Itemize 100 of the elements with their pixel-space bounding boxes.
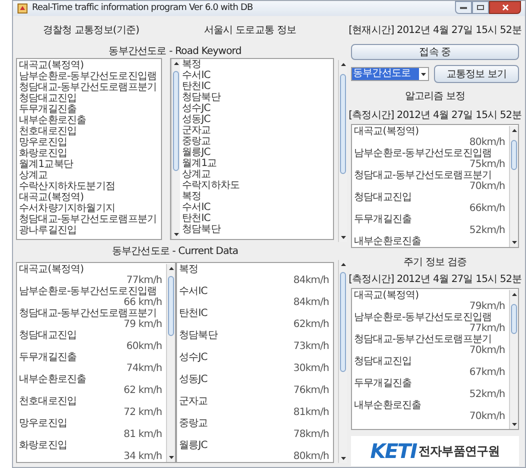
scroll-thumb[interactable] [173,71,179,171]
list-item[interactable]: 남부순환로-동부간선도로진입램 [19,71,157,82]
road-section-name: 내부순환로진출 [354,400,422,411]
road-section-name: 탄천IC [179,308,208,319]
road-section-name: 청담대교-동부간선도로램프분기 [354,334,492,345]
list-item[interactable]: 화랑로진입 [19,148,68,159]
list-item[interactable]: 월계1교북단 [19,159,73,170]
list-item[interactable]: 광나루길진입 [19,225,77,236]
list-item[interactable]: 성수JC [182,103,210,114]
list-item[interactable]: 탄천IC [182,81,210,92]
speed-value: 84km/h [293,297,329,308]
list-item[interactable]: 중랑교 [182,136,211,147]
logo-name: 전자부품연구원 [418,445,500,457]
current-time: [현재시간] 2012년 4월 27일 15시 52분 [348,24,522,38]
list-item[interactable]: 수서차량기지하월기지 [19,203,116,214]
measure-time: [측정시간] 2012년 4월 27일 15시 52분 [348,108,522,122]
list-item[interactable]: 군자교 [182,125,211,136]
list-item[interactable]: 수락산지하차도분기점 [19,181,116,192]
section-list[interactable]: 대곡교(복정역) 남부순환로-동부간선도로진입램 청담대교-동부간선도로램프분기 청담대교진입 두무개길진출 내부순환로진출 천호대로진입 망우로진입 화랑로진입 월계1교북단 상계교 수락산지하차도분기점 대곡교(복정역) 수서차량기지하월기지 청담대교-동부간선도로램프분기 광나루길진입 [16,58,162,240]
list-item[interactable]: 청담북단 [182,92,220,103]
maximize-button[interactable] [472,1,489,14]
scroll-thumb[interactable] [340,74,346,174]
speed-value: 80km/h [469,137,505,148]
list-item[interactable]: 탄천IC [182,213,210,224]
speed-value: 81km/h [293,407,329,418]
list-item[interactable]: 수락지하차도 [182,180,240,191]
list-item[interactable]: 망우로진입 [19,137,68,148]
list-item[interactable]: 대곡교(복정역) [19,192,84,203]
section-title: 동부간선도로 - Current Data [112,244,238,258]
road-section-name: 청담대교-동부간선도로램프분기 [354,170,492,181]
road-section-name: 중랑교 [179,418,208,429]
speed-value: 60km/h [126,341,162,352]
window-title: Real-Time traffic information program Ver 6.0 with DB [32,2,254,15]
list-item[interactable]: 청담북단 [182,224,220,235]
list-item[interactable]: 상계교 [182,169,211,180]
scroll-thumb[interactable] [511,140,517,170]
seoul-info-title: 서울시 도로교통 정보 [204,24,296,38]
road-section-name: 성동JC [179,374,208,385]
list-item[interactable]: 대곡교(복정역) [19,60,84,71]
road-section-name: 청담대교-동부간선도로램프분기 [19,308,157,319]
road-section-name: 수서IC [179,286,208,297]
road-section-name: 천호대로진입 [19,396,77,407]
panel-title: 알고리즘 보정 [404,90,466,104]
road-section-name: 군자교 [179,396,208,407]
road-section-name: 청담대교진입 [354,192,412,203]
app-icon [17,3,28,14]
speed-value: 80km/h [293,451,329,462]
scrollbar[interactable] [509,290,518,429]
speed-value: 34 km/h [124,451,162,462]
list-item[interactable]: 성동JC [182,114,210,125]
speed-value: 84km/h [293,275,329,286]
list-item[interactable]: 청담대교-동부간선도로램프분기 [19,214,157,225]
connect-button[interactable]: 접속 중 [351,44,519,60]
close-icon[interactable] [502,4,508,11]
close-button[interactable] [489,1,521,14]
scrollbar[interactable] [509,126,518,247]
scroll-thumb[interactable] [168,276,174,336]
road-section-name: 성수JC [179,352,208,363]
road-section-name: 월릉JC [179,440,208,451]
list-item[interactable]: 수서IC [182,70,210,81]
scrollbar[interactable] [166,264,175,462]
scroll-thumb[interactable] [340,272,346,372]
road-section-name: 청담대교진입 [19,330,77,341]
list-item[interactable]: 두무개길진출 [19,104,77,115]
list-item[interactable]: 수서IC [182,202,210,213]
speed-value: 79 km/h [124,319,162,330]
interchange-list[interactable]: 복정 수서IC 탄천IC 청담북단 성수JC 성동JC 군자교 중랑교 월릉JC 월계1교 상계교 수락지하차도 복정 수서IC 탄천IC 청담북단 [170,58,334,240]
road-section-name: 남부순환로-동부간선도로진입램 [354,148,492,159]
scroll-thumb[interactable] [511,304,517,334]
road-section-name: 화랑로진입 [19,440,68,451]
list-item[interactable]: 내부순환로진출 [19,115,86,126]
speed-value: 62 km/h [124,385,162,396]
road-section-name: 두무개길진출 [19,352,77,363]
road-section-name: 대곡교(복정역) [354,126,419,137]
list-item[interactable]: 복정 [182,191,202,202]
minimize-button[interactable] [455,1,472,14]
road-section-name: 청담북단 [179,330,218,341]
list-item[interactable]: 청담대교진입 [19,93,77,104]
road-section-name: 망우로진입 [19,418,68,429]
section-title: 동부간선도로 - Road Keyword [108,44,242,58]
police-info-title: 경찰청 교통정보(기준) [42,24,140,38]
list-item[interactable]: 월계1교 [182,158,217,169]
speed-value: 74km/h [126,363,162,374]
list-item[interactable]: 청담대교-동부간선도로램프분기 [19,82,157,93]
scrollbar[interactable] [171,59,180,239]
speed-value: 79km/h [469,301,505,312]
list-item[interactable]: 상계교 [19,170,48,181]
speed-value: 72 km/h [124,407,162,418]
speed-value: 66 km/h [124,297,162,308]
view-traffic-button[interactable]: 교통정보 보기 [434,65,519,83]
speed-value: 70km/h [469,345,505,356]
speed-value: 77km/h [126,275,162,286]
speed-value: 30km/h [293,363,329,374]
logo-mark: KETI [370,441,417,461]
list-item[interactable]: 천호대로진입 [19,126,77,137]
panel-title: 주기 정보 검증 [403,256,467,270]
road-dropdown[interactable]: 동부간선도로 [351,67,429,81]
road-section-name: 내부순환로진출 [354,236,422,247]
list-item[interactable]: 복정 [182,59,202,70]
list-item[interactable]: 월릉JC [182,147,210,158]
